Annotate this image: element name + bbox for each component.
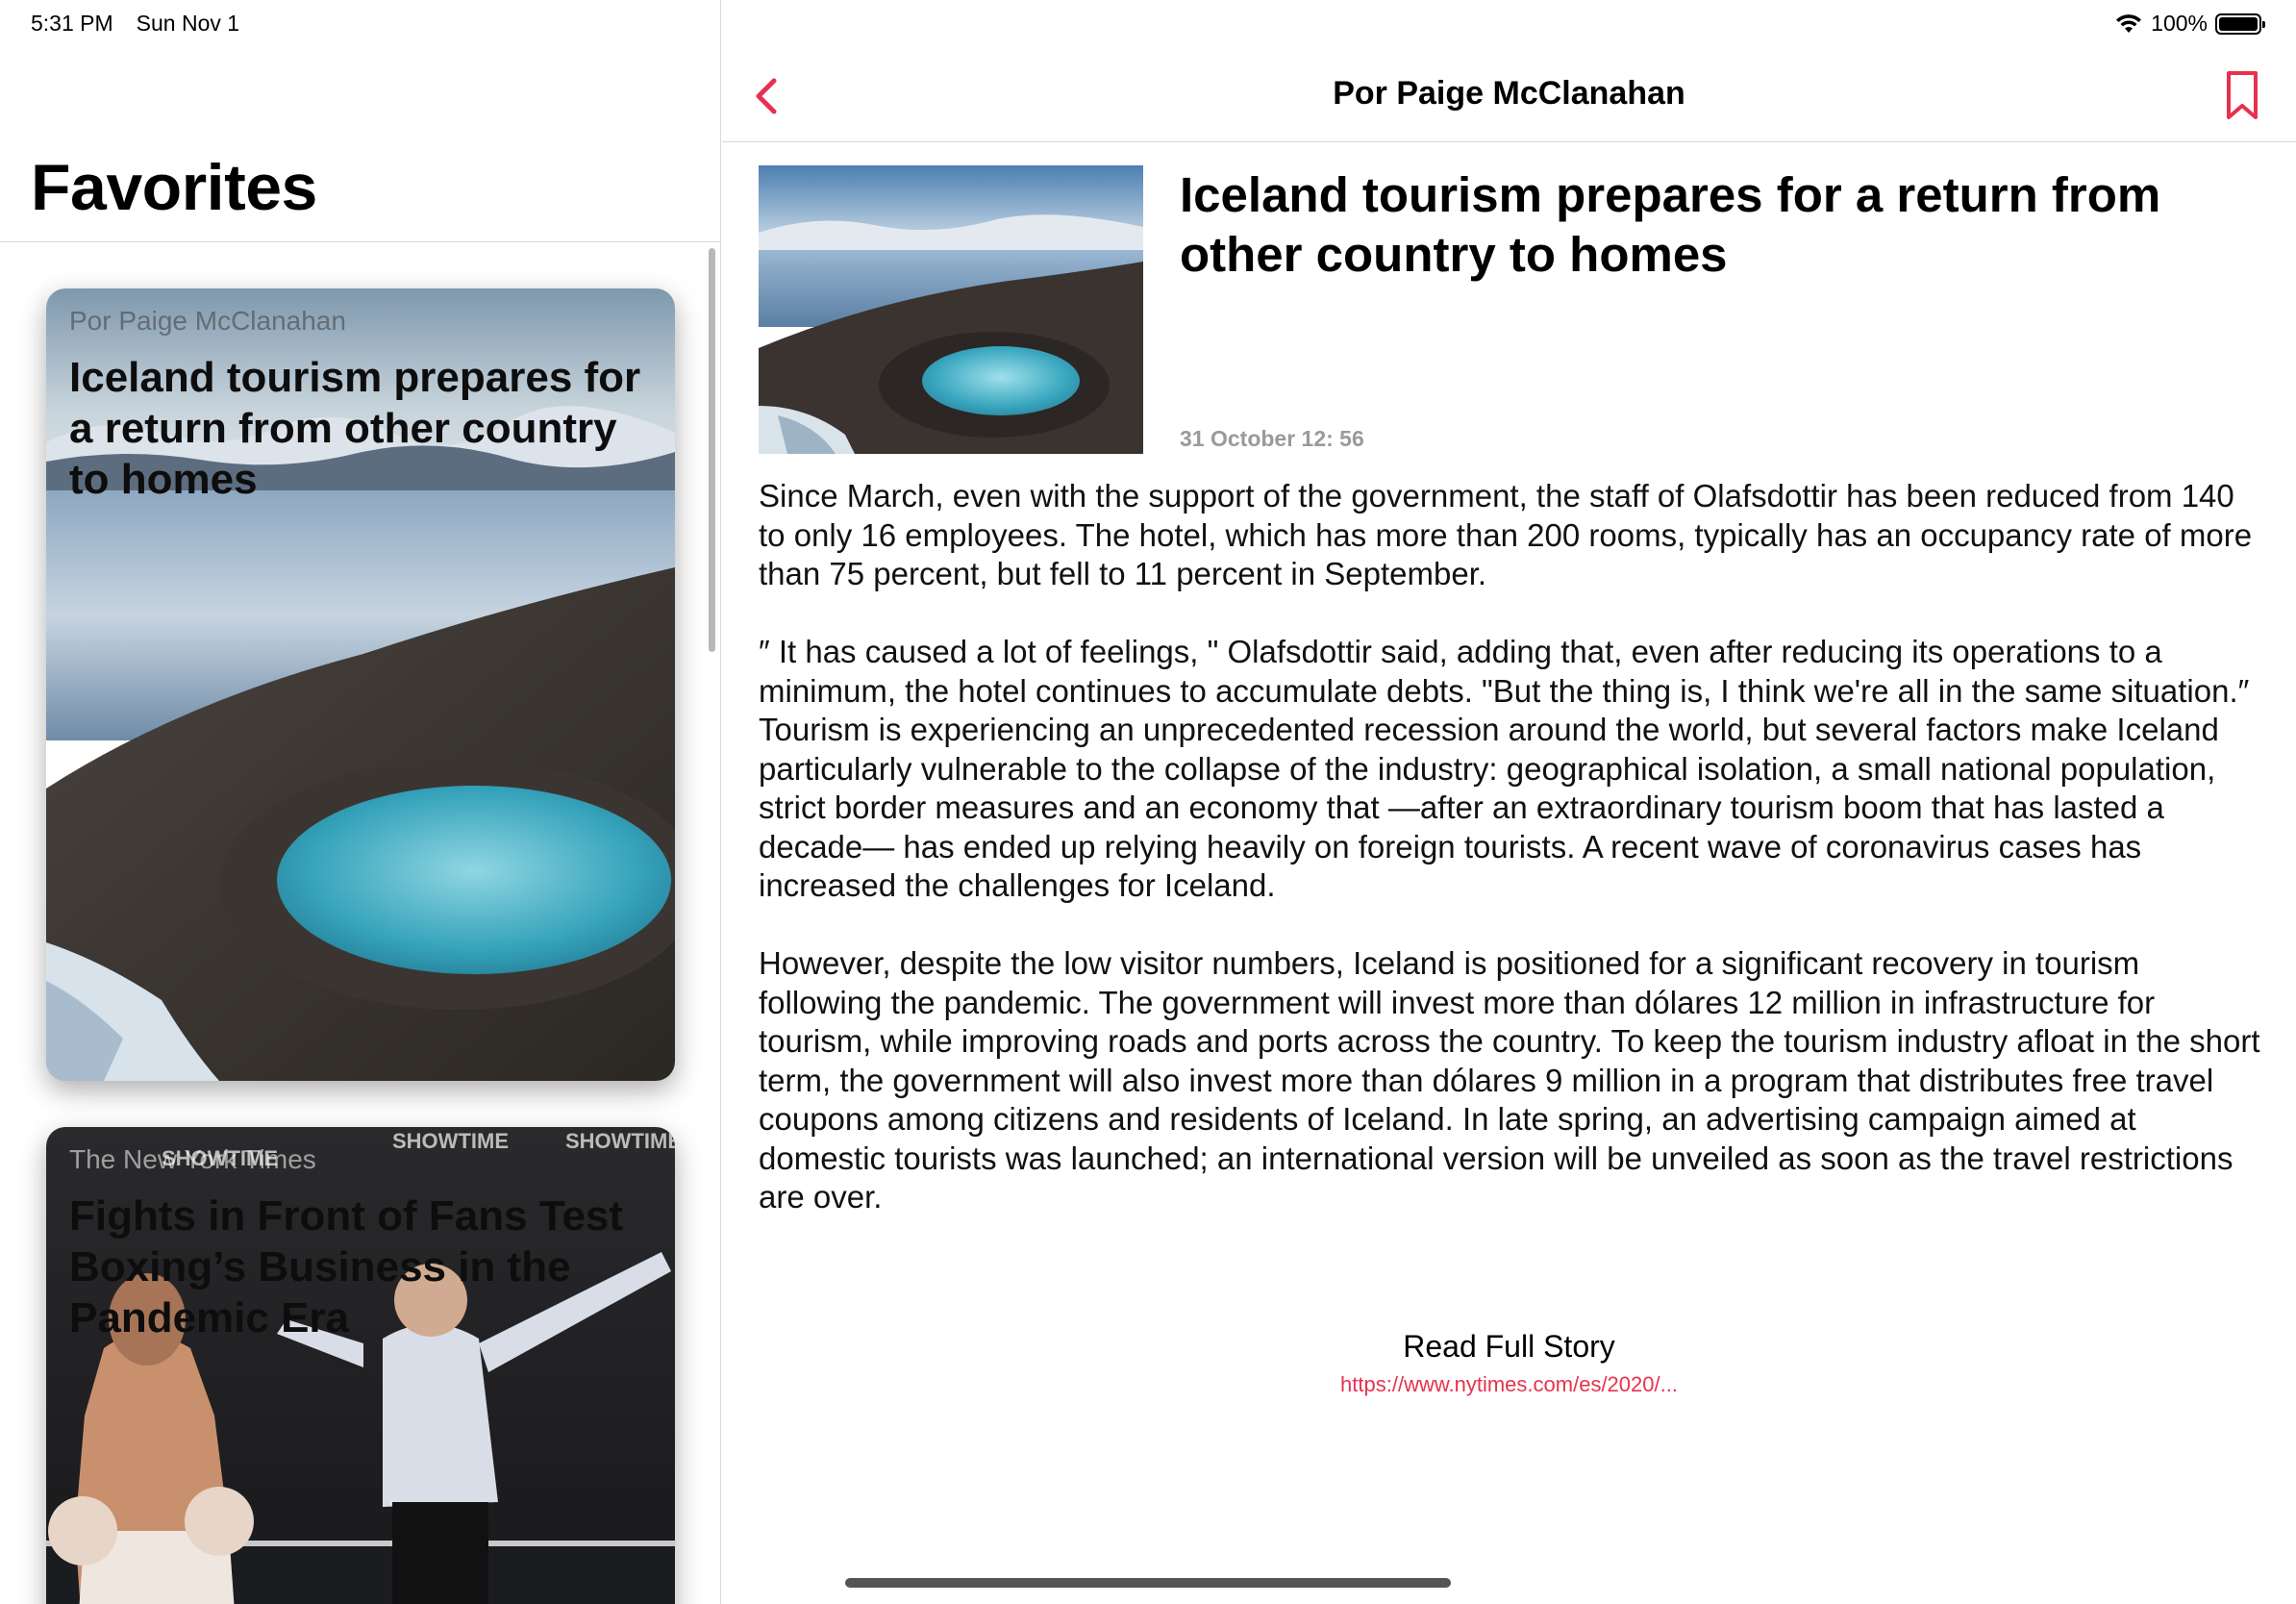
bookmark-icon[interactable]: [2223, 69, 2261, 121]
sidebar: Favorites Por Paige McClanahan Iceland t…: [0, 0, 721, 1604]
wifi-icon: [2116, 13, 2142, 33]
card-source: Por Paige McClanahan: [69, 306, 346, 336]
detail-nav-bar: Por Paige McClanahan: [722, 48, 2296, 142]
status-right: 100%: [2114, 11, 2265, 37]
card-title: Fights in Front of Fans Test Boxing’s Bu…: [69, 1192, 624, 1341]
article-body: Since March, even with the support of th…: [759, 477, 2268, 1217]
nav-title: Por Paige McClanahan: [1333, 75, 1685, 112]
read-full-story-link[interactable]: https://www.nytimes.com/es/2020/...: [722, 1372, 2296, 1397]
article-paragraph: Since March, even with the support of th…: [759, 478, 2261, 591]
article-paragraph: However, despite the low visitor numbers…: [759, 945, 2269, 1215]
status-bar: 5:31 PM Sun Nov 1 100%: [0, 0, 2296, 48]
status-time: 5:31 PM: [31, 11, 113, 36]
article-title: Iceland tourism prepares for a return fr…: [1180, 167, 2161, 282]
scroll-indicator[interactable]: [709, 248, 715, 652]
battery-icon: [2215, 13, 2265, 35]
read-full-story-label[interactable]: Read Full Story: [722, 1329, 2296, 1365]
card-source: The New York Times: [69, 1144, 316, 1174]
status-left: 5:31 PM Sun Nov 1: [31, 11, 239, 37]
article-hero-image: [759, 165, 1143, 454]
article-paragraph: Tourism is experiencing an unprecedented…: [759, 712, 2229, 903]
favorite-card-boxing[interactable]: SHOWTIME SHOWTIME SHOWTIME The New York …: [46, 1127, 675, 1604]
card-title: Iceland tourism prepares for a return fr…: [69, 354, 641, 503]
article-paragraph: ″ It has caused a lot of feelings, " Ola…: [759, 634, 2250, 709]
article-date: 31 October 12: 56: [1180, 426, 1364, 451]
battery-percent: 100%: [2151, 11, 2208, 36]
hero-image: [759, 165, 1143, 454]
svg-text:SHOWTIME: SHOWTIME: [392, 1129, 509, 1153]
favorite-card-iceland[interactable]: Por Paige McClanahan Iceland tourism pre…: [46, 288, 675, 1081]
home-indicator[interactable]: [845, 1578, 1451, 1588]
svg-text:SHOWTIME: SHOWTIME: [565, 1129, 675, 1153]
sidebar-title: Favorites: [31, 151, 317, 224]
status-date: Sun Nov 1: [136, 11, 240, 36]
